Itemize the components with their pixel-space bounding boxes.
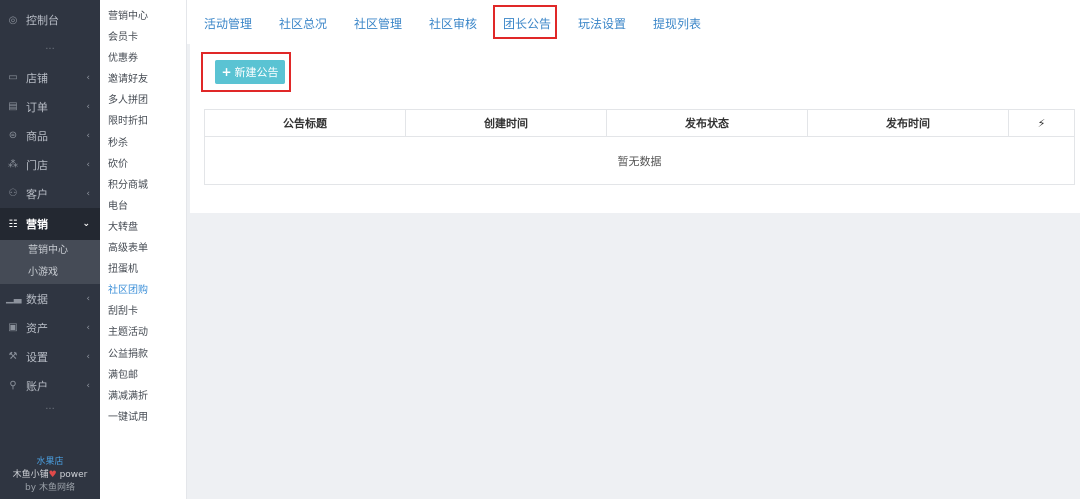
sidebar-item-label: 订单 (26, 100, 48, 114)
chevron-left-icon: ‹ (86, 159, 90, 170)
sidebar-item-label: 账户 (26, 379, 48, 393)
chevron-down-icon: ⌄ (82, 219, 90, 229)
sidebar-item-customer[interactable]: ⚇ 客户 ‹ (0, 179, 100, 208)
sidebar-item-asset[interactable]: ▣ 资产 ‹ (0, 313, 100, 342)
menu2-item[interactable]: 扭蛋机 (100, 259, 186, 280)
column-header-publish-time: 发布时间 (808, 110, 1009, 136)
tab-bar: 活动管理 社区总况 社区管理 社区审核 团长公告 玩法设置 提现列表 (187, 0, 1080, 44)
chevron-left-icon: ‹ (86, 322, 90, 333)
menu2-item[interactable]: 公益捐款 (100, 344, 186, 365)
chevron-left-icon: ‹ (86, 351, 90, 362)
chevron-left-icon: ‹ (86, 130, 90, 141)
menu2-item[interactable]: 电台 (100, 196, 186, 217)
menu2-item[interactable]: 一键试用 (100, 407, 186, 428)
tab-activity-management[interactable]: 活动管理 (204, 15, 252, 32)
sidebar-item-label: 设置 (26, 350, 48, 364)
lightning-icon: ⚡ (1037, 116, 1046, 130)
menu2-item[interactable]: 刮刮卡 (100, 301, 186, 322)
chevron-left-icon: ‹ (86, 188, 90, 199)
chevron-left-icon: ‹ (86, 101, 90, 112)
chevron-left-icon: ‹ (86, 72, 90, 83)
column-header-publish-status: 发布状态 (607, 110, 808, 136)
sidebar-item-dashboard[interactable]: ◎ 控制台 (0, 0, 100, 40)
announcement-table: 公告标题 创建时间 发布状态 发布时间 ⚡ 暂无数据 (204, 109, 1075, 185)
menu2-item[interactable]: 砍价 (100, 154, 186, 175)
customer-icon: ⚇ (8, 188, 18, 199)
sidebar-item-settings[interactable]: ⚒ 设置 ‹ (0, 342, 100, 371)
sidebar-item-label: 门店 (26, 158, 48, 172)
sidebar-item-data[interactable]: ▁▃ 数据 ‹ (0, 284, 100, 313)
active-tab-highlight (493, 5, 557, 39)
sidebar-sub-marketing-center[interactable]: 营销中心 (0, 240, 100, 262)
sidebar-item-branch[interactable]: ⁂ 门店 ‹ (0, 150, 100, 179)
menu2-item[interactable]: 高级表单 (100, 238, 186, 259)
power-text: power (59, 470, 88, 480)
sidebar-item-label: 营销 (26, 218, 48, 231)
menu2-item-community-group-buy[interactable]: 社区团购 (100, 280, 186, 301)
chevron-left-icon: ‹ (86, 293, 90, 304)
menu2-item[interactable]: 满减满折 (100, 386, 186, 407)
table-header: 公告标题 创建时间 发布状态 发布时间 ⚡ (205, 110, 1074, 137)
account-icon: ⚲ (9, 380, 17, 391)
menu2-item[interactable]: 积分商城 (100, 175, 186, 196)
plus-icon: + (221, 65, 232, 79)
dashboard-icon: ◎ (8, 14, 18, 26)
sidebar-item-marketing[interactable]: ☷ 营销 ⌄ (0, 208, 100, 240)
sidebar-footer: 水果店 木鱼小铺♥ power by 木鱼网络 (0, 456, 100, 499)
menu2-item[interactable]: 优惠券 (100, 48, 186, 69)
powered-by: 木鱼小铺♥ power (0, 469, 100, 482)
settings-icon: ⚒ (8, 351, 18, 362)
tab-community-overview[interactable]: 社区总况 (279, 15, 327, 32)
sidebar-divider: ··· (45, 404, 55, 415)
sidebar-submenu: 营销中心 小游戏 (0, 240, 100, 284)
sidebar-item-order[interactable]: ▤ 订单 ‹ (0, 92, 100, 121)
menu2-item[interactable]: 限时折扣 (100, 111, 186, 132)
menu2-item[interactable]: 多人拼团 (100, 90, 186, 111)
column-header-created-time: 创建时间 (406, 110, 607, 136)
menu2-item[interactable]: 主题活动 (100, 322, 186, 343)
sidebar-item-label: 商品 (26, 129, 48, 143)
sidebar-item-label: 控制台 (26, 14, 59, 27)
menu2-item[interactable]: 满包邮 (100, 365, 186, 386)
column-header-title: 公告标题 (205, 110, 406, 136)
sidebar-item-label: 数据 (26, 292, 48, 306)
company-name: by 木鱼网络 (25, 483, 75, 493)
sidebar-item-label: 客户 (26, 187, 48, 201)
menu2-item[interactable]: 邀请好友 (100, 69, 186, 90)
empty-state: 暂无数据 (617, 154, 662, 168)
sidebar-item-store[interactable]: ▭ 店铺 ‹ (0, 63, 100, 92)
menu2-item[interactable]: 秒杀 (100, 133, 186, 154)
marketing-icon: ☷ (8, 218, 18, 230)
order-icon: ▤ (8, 101, 18, 112)
sidebar-item-account[interactable]: ⚲ 账户 ‹ (0, 371, 100, 400)
chevron-left-icon: ‹ (86, 380, 90, 391)
heart-icon: ♥ (48, 470, 57, 480)
tab-community-review[interactable]: 社区审核 (429, 15, 477, 32)
menu2-item[interactable]: 会员卡 (100, 27, 186, 48)
menu2-item[interactable]: 营销中心 (100, 6, 186, 27)
tab-gameplay-settings[interactable]: 玩法设置 (578, 15, 626, 32)
add-announcement-label: 新建公告 (234, 66, 279, 79)
data-icon: ▁▃ (6, 293, 22, 304)
goods-icon: ⊜ (8, 130, 18, 141)
main-sidebar: ◎ 控制台 ··· ▭ 店铺 ‹ ▤ 订单 ‹ ⊜ 商品 ‹ ⁂ 门店 ‹ ⚇ … (0, 0, 100, 499)
sidebar-sub-mini-games[interactable]: 小游戏 (0, 262, 100, 284)
add-announcement-button[interactable]: + 新建公告 (215, 60, 285, 84)
store-icon: ▭ (8, 72, 18, 83)
sidebar-divider: ··· (45, 44, 55, 55)
tab-withdrawal-list[interactable]: 提现列表 (653, 15, 701, 32)
branch-icon: ⁂ (8, 159, 18, 170)
menu2-item[interactable]: 大转盘 (100, 217, 186, 238)
brand-name: 木鱼小铺 (12, 470, 49, 480)
sidebar-item-label: 资产 (26, 321, 48, 335)
marketing-submenu: 营销中心 会员卡 优惠券 邀请好友 多人拼团 限时折扣 秒杀 砍价 积分商城 电… (100, 0, 187, 499)
tab-community-management[interactable]: 社区管理 (354, 15, 402, 32)
asset-icon: ▣ (8, 322, 18, 333)
sidebar-item-label: 店铺 (26, 71, 48, 85)
shop-name[interactable]: 水果店 (0, 456, 100, 469)
sidebar-item-goods[interactable]: ⊜ 商品 ‹ (0, 121, 100, 150)
